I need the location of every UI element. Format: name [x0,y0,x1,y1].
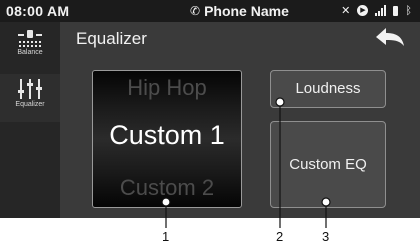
equalizer-screen: 08:00 AM ✆ Phone Name ✕ ▶ ᛒ Balance Equa… [0,0,420,218]
status-icons: ✕ ▶ ᛒ [341,4,412,18]
sidebar-item-balance[interactable]: Balance [0,24,60,72]
clock: 08:00 AM [6,3,70,19]
loudness-button[interactable]: Loudness [270,70,386,108]
preset-next[interactable]: Custom 2 [93,175,241,201]
mute-icon: ✕ [341,5,351,17]
callout-label-3: 3 [322,229,330,244]
balance-icon [18,30,42,47]
preset-selector[interactable]: Hip Hop Custom 1 Custom 2 [92,70,242,208]
signal-icon [375,5,387,16]
bluetooth-audio-icon: ▶ [357,5,369,16]
sidebar-item-label: Equalizer [15,101,45,108]
sidebar-item-equalizer[interactable]: Equalizer [0,74,60,122]
sidebar: Balance Equalizer [0,22,60,218]
callout-label-2: 2 [276,229,284,244]
phone-icon: ✆ [190,4,201,18]
bluetooth-icon: ᛒ [405,4,412,17]
preset-current[interactable]: Custom 1 [93,120,241,151]
back-arrow-icon [376,28,404,46]
device-name: Phone Name [204,3,289,19]
back-button[interactable] [374,26,406,50]
preset-previous[interactable]: Hip Hop [93,75,241,101]
status-bar: 08:00 AM ✆ Phone Name ✕ ▶ ᛒ [0,0,420,22]
custom-eq-button[interactable]: Custom EQ [270,121,386,208]
battery-icon [393,5,399,16]
page-title: Equalizer [76,29,147,48]
connected-phone: ✆ Phone Name [190,3,289,19]
equalizer-icon [18,79,42,99]
sidebar-item-label: Balance [17,49,43,56]
callout-label-1: 1 [162,229,170,244]
